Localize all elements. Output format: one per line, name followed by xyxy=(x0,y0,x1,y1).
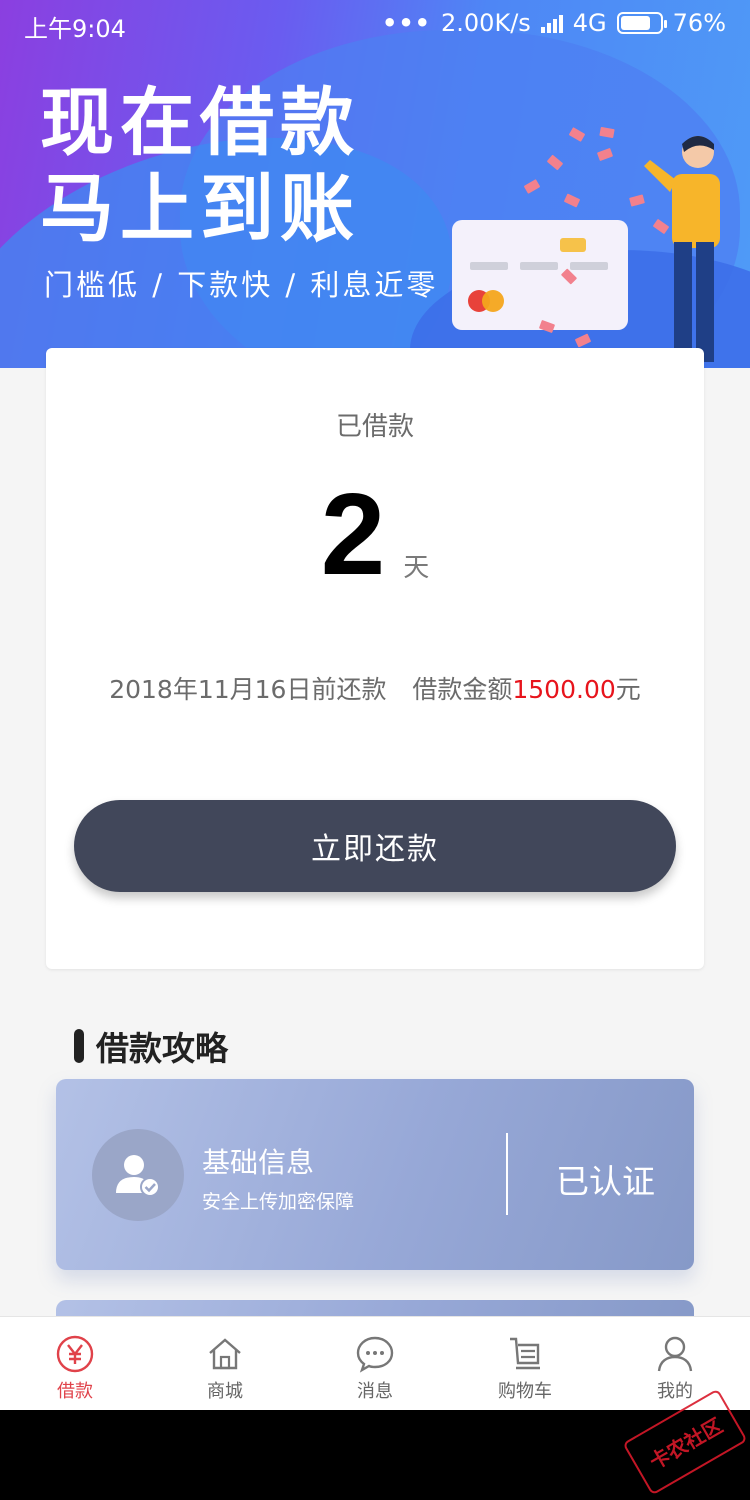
loan-amount-label: 借款金额 xyxy=(412,675,513,704)
loan-info-line: 2018年11月16日前还款 借款金额1500.00元 xyxy=(46,670,704,706)
loan-guide-heading: 借款攻略 xyxy=(74,1022,228,1070)
tab-label: 消息 xyxy=(357,1381,393,1402)
banner-headline-2: 马上到账 xyxy=(40,166,360,252)
tab-label: 购物车 xyxy=(498,1381,552,1402)
heading-accent-bar xyxy=(74,1029,84,1063)
loan-guide-title: 借款攻略 xyxy=(96,1029,228,1068)
bank-card-illustration xyxy=(452,220,628,330)
loan-days-number: 2 xyxy=(320,469,386,599)
verified-status: 已认证 xyxy=(556,1162,655,1201)
basic-info-desc: 安全上传加密保障 xyxy=(202,1191,355,1213)
banner-tagline: 门槛低 / 下款快 / 利息近零 xyxy=(44,268,439,302)
network-type: 4G xyxy=(572,9,607,37)
loan-amount-unit: 元 xyxy=(615,675,641,704)
tab-label: 商城 xyxy=(207,1381,243,1402)
tab-messages[interactable]: 消息 xyxy=(300,1317,450,1410)
loan-days-unit: 天 xyxy=(403,553,430,583)
tab-mine[interactable]: 我的 xyxy=(600,1317,750,1410)
signal-icon xyxy=(540,13,563,33)
divider xyxy=(506,1133,508,1215)
promo-banner[interactable]: 现在借款 马上到账 门槛低 / 下款快 / 利息近零 xyxy=(0,0,750,368)
status-bar: 上午9:04 ••• 2.00K/s 4G 76% xyxy=(0,0,750,48)
banner-headline-1: 现在借款 xyxy=(40,80,360,166)
tab-loan[interactable]: 借款 xyxy=(0,1317,150,1410)
home-icon xyxy=(209,1338,241,1370)
tab-cart[interactable]: 购物车 xyxy=(450,1317,600,1410)
tab-label: 借款 xyxy=(57,1381,93,1402)
status-time: 上午9:04 xyxy=(24,15,126,43)
loan-amount: 1500.00 xyxy=(512,675,616,704)
battery-icon xyxy=(616,12,667,34)
cart-icon xyxy=(510,1337,540,1370)
repay-date: 2018年11月16日前还款 xyxy=(109,675,387,704)
repay-now-button[interactable]: 立即还款 xyxy=(74,800,676,892)
chat-bubble-icon xyxy=(356,1336,394,1373)
basic-info-title: 基础信息 xyxy=(202,1146,315,1179)
basic-info-card[interactable]: 基础信息 安全上传加密保障 已认证 xyxy=(56,1079,694,1270)
loan-status-card: 已借款 2天 2018年11月16日前还款 借款金额1500.00元 立即还款 xyxy=(46,348,704,969)
tab-mall[interactable]: 商城 xyxy=(150,1317,300,1410)
loan-status-label: 已借款 xyxy=(335,412,414,442)
person-illustration xyxy=(644,136,720,362)
user-icon xyxy=(657,1336,693,1372)
more-dots-icon: ••• xyxy=(381,9,432,37)
loan-days: 2天 xyxy=(46,476,704,592)
bottom-tab-bar: 借款 商城 消息 购物车 我的 xyxy=(0,1316,750,1410)
yen-circle-icon xyxy=(56,1335,94,1373)
user-verified-icon xyxy=(92,1129,184,1221)
network-speed: 2.00K/s xyxy=(441,9,531,37)
battery-percent: 76% xyxy=(672,9,726,37)
tab-label: 我的 xyxy=(657,1381,693,1402)
